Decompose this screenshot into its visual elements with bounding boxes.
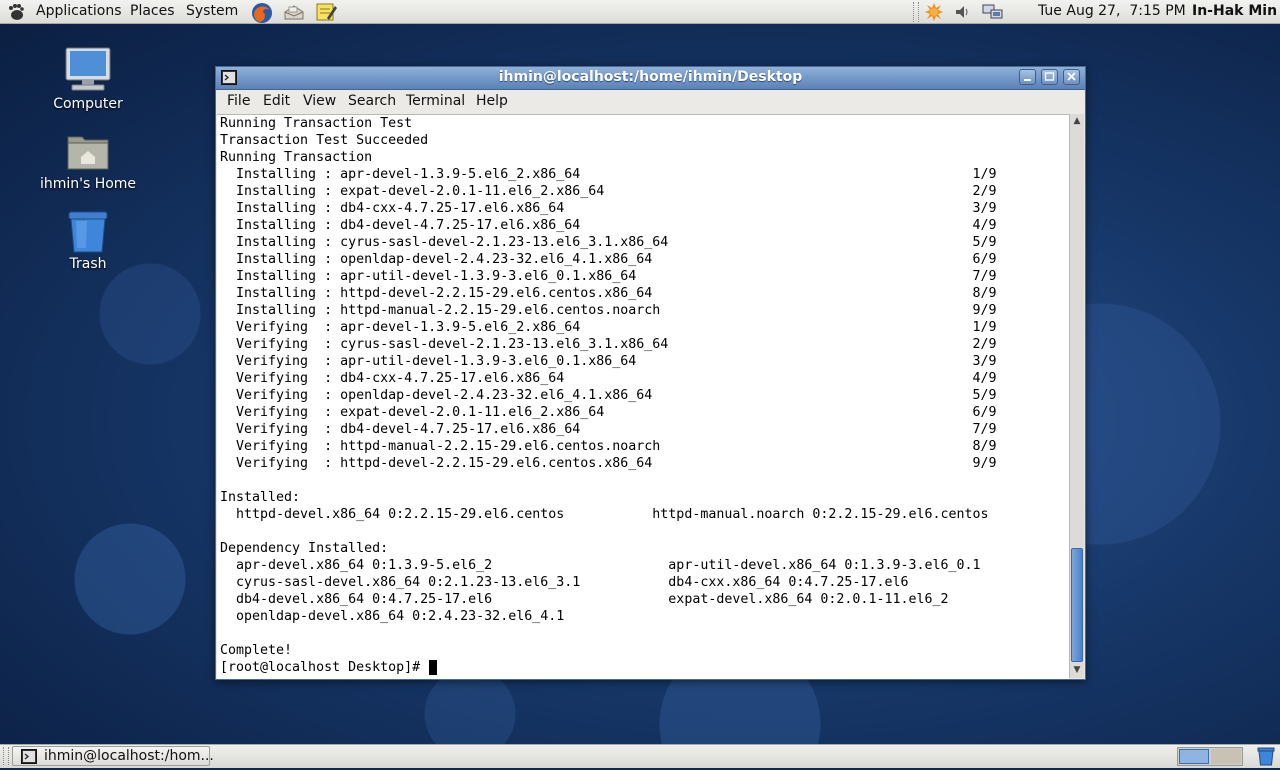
terminal-line: httpd-devel.x86_64 0:2.2.15-29.el6.cento… <box>220 507 989 522</box>
desktop-icon-label: ihmin's Home <box>39 176 137 192</box>
workspace-1[interactable] <box>1179 749 1209 764</box>
desktop-icon-label: Trash <box>69 256 107 272</box>
menu-view[interactable]: View <box>303 93 336 109</box>
terminal-line: Installing : db4-cxx-4.7.25-17.el6.x86_6… <box>220 201 997 216</box>
text-editor-icon[interactable] <box>315 2 337 22</box>
vertical-scrollbar[interactable]: ▲ ▼ <box>1069 114 1084 678</box>
menu-edit[interactable]: Edit <box>263 93 290 109</box>
terminal-icon <box>21 749 37 768</box>
terminal-line: Installing : db4-devel-4.7.25-17.el6.x86… <box>220 218 997 233</box>
user-name[interactable]: In-Hak Min <box>1192 3 1277 19</box>
trash-icon <box>68 211 108 253</box>
terminal-window: ihmin@localhost:/home/ihmin/Desktop File… <box>215 66 1086 680</box>
terminal-line: Verifying : apr-devel-1.3.9-5.el6_2.x86_… <box>220 320 997 335</box>
terminal-line: Transaction Test Succeeded <box>220 133 429 148</box>
desktop-icon-computer[interactable]: Computer <box>28 46 148 112</box>
desktop-icon-home[interactable]: ihmin's Home <box>28 130 148 192</box>
terminal-line: apr-devel.x86_64 0:1.3.9-5.el6_2 apr-uti… <box>220 558 981 573</box>
terminal-line: cyrus-sasl-devel.x86_64 0:2.1.23-13.el6_… <box>220 575 909 590</box>
window-title: ihmin@localhost:/home/ihmin/Desktop <box>498 69 803 85</box>
desktop-icon-label: Computer <box>53 96 123 112</box>
terminal-line: Installing : expat-devel-2.0.1-11.el6_2.… <box>220 184 997 199</box>
close-icon <box>1067 72 1076 81</box>
menu-file[interactable]: File <box>227 93 250 109</box>
firefox-icon[interactable] <box>251 2 272 23</box>
window-titlebar[interactable]: ihmin@localhost:/home/ihmin/Desktop <box>216 67 1085 90</box>
terminal-line: Verifying : db4-devel-4.7.25-17.el6.x86_… <box>220 422 997 437</box>
maximize-button[interactable] <box>1041 69 1058 85</box>
gnome-foot-icon[interactable] <box>6 2 26 22</box>
minimize-icon <box>1024 79 1031 81</box>
terminal-line: Dependency Installed: <box>220 541 389 556</box>
terminal-line: Installing : httpd-devel-2.2.15-29.el6.c… <box>220 286 997 301</box>
terminal-line: Verifying : openldap-devel-2.4.23-32.el6… <box>220 388 997 403</box>
update-notifier-icon[interactable] <box>924 2 944 22</box>
terminal-cursor <box>428 660 437 675</box>
menu-places[interactable]: Places <box>130 3 175 19</box>
maximize-icon <box>1044 72 1055 81</box>
menu-terminal[interactable]: Terminal <box>406 93 465 109</box>
terminal-line: [root@localhost Desktop]# <box>220 660 429 675</box>
taskbar-task-label: ihmin@localhost:/hom... <box>44 748 214 764</box>
mail-client-icon[interactable] <box>283 2 304 22</box>
terminal-line: Installing : httpd-manual-2.2.15-29.el6.… <box>220 303 997 318</box>
panel-handle <box>3 747 9 765</box>
terminal-line: Running Transaction <box>220 150 373 165</box>
close-button[interactable] <box>1063 69 1080 85</box>
terminal-line: Verifying : expat-devel-2.0.1-11.el6_2.x… <box>220 405 997 420</box>
volume-icon[interactable] <box>953 2 973 22</box>
scroll-up-arrow-icon[interactable]: ▲ <box>1071 115 1083 127</box>
trash-applet-icon[interactable] <box>1256 747 1276 770</box>
terminal-line: Installed: <box>220 490 301 505</box>
workspace-switcher[interactable] <box>1177 747 1243 766</box>
menu-applications[interactable]: Applications <box>36 3 122 19</box>
desktop-icon-trash[interactable]: Trash <box>28 210 148 272</box>
network-icon[interactable] <box>982 2 1003 22</box>
menu-help[interactable]: Help <box>476 93 508 109</box>
computer-icon <box>65 47 111 91</box>
minimize-button[interactable] <box>1019 69 1036 85</box>
home-folder-icon <box>67 136 109 170</box>
terminal-line: db4-devel.x86_64 0:4.7.25-17.el6 expat-d… <box>220 592 949 607</box>
terminal-line: Installing : cyrus-sasl-devel-2.1.23-13.… <box>220 235 997 250</box>
terminal-output[interactable]: Running Transaction Test Transaction Test… <box>217 114 1069 679</box>
workspace-2[interactable] <box>1211 749 1241 764</box>
taskbar-terminal-button[interactable]: ihmin@localhost:/hom... <box>12 746 214 768</box>
scrollbar-thumb[interactable] <box>1071 548 1083 662</box>
window-menubar: File Edit View Search Terminal Help <box>216 90 1085 114</box>
terminal-line: Running Transaction Test <box>220 116 413 131</box>
terminal-line: Verifying : cyrus-sasl-devel-2.1.23-13.e… <box>220 337 997 352</box>
terminal-line: Installing : openldap-devel-2.4.23-32.el… <box>220 252 997 267</box>
terminal-line: Verifying : db4-cxx-4.7.25-17.el6.x86_64… <box>220 371 997 386</box>
bottom-panel: ihmin@localhost:/hom... <box>0 744 1280 768</box>
terminal-line: Verifying : apr-util-devel-1.3.9-3.el6_0… <box>220 354 997 369</box>
terminal-line: Installing : apr-devel-1.3.9-5.el6_2.x86… <box>220 167 997 182</box>
menu-system[interactable]: System <box>186 3 238 19</box>
menu-search[interactable]: Search <box>348 93 396 109</box>
panel-separator <box>913 2 919 22</box>
terminal-line: Complete! <box>220 643 293 658</box>
clock[interactable]: Tue Aug 27, 7:15 PM <box>1038 3 1186 19</box>
top-panel: Applications Places System Tue Aug 27, 7… <box>0 0 1280 24</box>
terminal-line: Installing : apr-util-devel-1.3.9-3.el6_… <box>220 269 997 284</box>
scroll-down-arrow-icon[interactable]: ▼ <box>1071 664 1083 676</box>
terminal-line: Verifying : httpd-manual-2.2.15-29.el6.c… <box>220 439 997 454</box>
terminal-line: Verifying : httpd-devel-2.2.15-29.el6.ce… <box>220 456 997 471</box>
terminal-line: openldap-devel.x86_64 0:2.4.23-32.el6_4.… <box>220 609 565 624</box>
